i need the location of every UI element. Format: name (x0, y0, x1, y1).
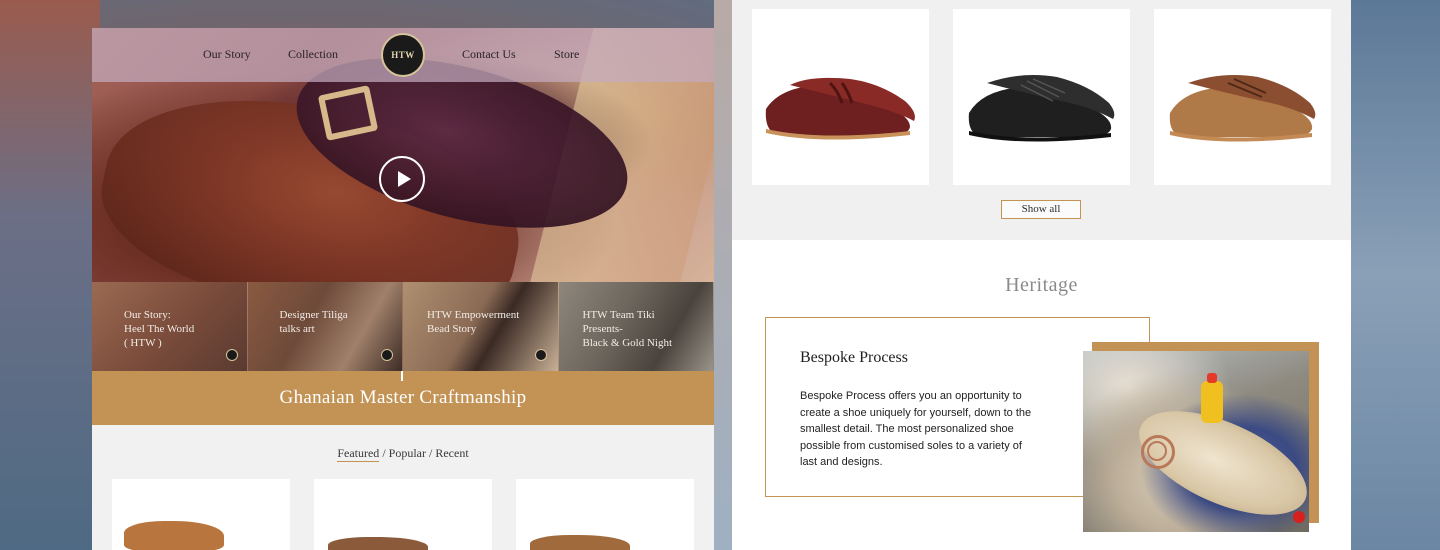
bespoke-description: Bespoke Process offers you an opportunit… (800, 390, 1032, 468)
product-card-tan-derby[interactable] (1154, 9, 1331, 185)
collection-panel: Show all Heritage Bespoke Process Bespok… (732, 0, 1351, 550)
craftmanship-banner: Ghanaian Master Craftmanship (92, 371, 714, 425)
thumb-title: Designer Tiliga talks art (279, 309, 348, 335)
video-thumbnails: Our Story: Heel The World ( HTW ) Design… (92, 282, 714, 371)
product-shoe-image (328, 537, 428, 550)
product-filters: Featured / Popular / Recent (92, 446, 714, 462)
htw-logo[interactable]: HTW (381, 33, 425, 77)
glue-bottle-cap (1207, 373, 1217, 383)
product-shoe-image (1169, 75, 1316, 142)
bespoke-title: Bespoke Process (800, 349, 908, 366)
product-shoe-image (530, 535, 630, 550)
product-shoe-image (124, 521, 224, 550)
nav-our-story[interactable]: Our Story (203, 47, 251, 62)
play-button[interactable] (379, 156, 425, 202)
thumb-title: Our Story: Heel The World ( HTW ) (124, 309, 195, 349)
banner-notch (401, 371, 403, 381)
htw-mark-icon (226, 349, 238, 361)
thumb-title: HTW Team Tiki Presents- Black & Gold Nig… (582, 309, 673, 349)
filter-popular[interactable]: Popular (389, 446, 426, 460)
product-card[interactable] (314, 479, 492, 550)
logo-text: HTW (391, 50, 415, 60)
play-icon (397, 171, 411, 187)
thumb-designer[interactable]: Designer Tiliga talks art (247, 282, 403, 371)
main-nav: Our Story Collection HTW Contact Us Stor… (92, 28, 714, 82)
product-shoe-image (765, 77, 915, 140)
filter-separator: / (429, 446, 433, 460)
nav-collection[interactable]: Collection (288, 47, 338, 62)
product-card-tassel-loafer[interactable] (752, 9, 929, 185)
heritage-heading: Heritage (1005, 274, 1078, 296)
htw-mark-icon (380, 349, 393, 361)
glue-bottle (1201, 381, 1223, 423)
bespoke-workshop-photo (1083, 351, 1309, 532)
red-object (1293, 511, 1305, 523)
nav-store[interactable]: Store (554, 47, 579, 62)
product-card[interactable] (516, 479, 694, 550)
homepage-panel: Our Story Collection HTW Contact Us Stor… (92, 28, 714, 550)
hero-video[interactable]: Our Story Collection HTW Contact Us Stor… (92, 28, 714, 282)
htw-mark-icon (535, 349, 547, 361)
filter-recent[interactable]: Recent (435, 446, 468, 460)
product-grid: Show all (732, 0, 1351, 240)
show-all-button[interactable]: Show all (1001, 200, 1081, 219)
background-right (1350, 0, 1440, 550)
thumb-empowerment[interactable]: HTW Empowerment Bead Story (403, 282, 559, 371)
filter-featured[interactable]: Featured (337, 446, 380, 462)
thumb-title: HTW Empowerment Bead Story (427, 309, 520, 335)
filter-separator: / (382, 446, 386, 460)
product-shoe-image (968, 75, 1115, 142)
thumb-our-story[interactable]: Our Story: Heel The World ( HTW ) (92, 282, 248, 371)
background-gap (714, 0, 732, 550)
nav-contact-us[interactable]: Contact Us (462, 47, 516, 62)
thumb-team-tiki[interactable]: HTW Team Tiki Presents- Black & Gold Nig… (558, 282, 714, 371)
product-card[interactable] (112, 479, 290, 550)
product-card-black-brogue[interactable] (953, 9, 1130, 185)
background-left (0, 0, 100, 550)
banner-title: Ghanaian Master Craftmanship (279, 387, 527, 408)
sole-emblem-inner (1147, 441, 1167, 461)
